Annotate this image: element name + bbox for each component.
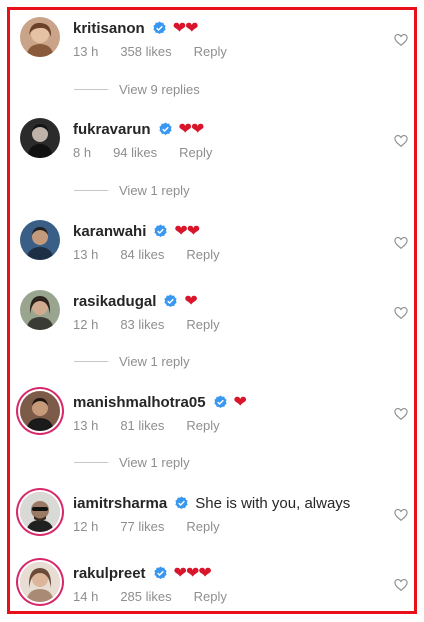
username[interactable]: fukravarun: [73, 121, 151, 138]
username[interactable]: rakulpreet: [73, 565, 146, 582]
username[interactable]: kritisanon: [73, 20, 145, 37]
view-replies-label: View 1 reply: [119, 354, 190, 369]
heart-outline-icon[interactable]: [394, 407, 408, 421]
comment-item: rasikadugal ❤ 12 h 83 likes Reply: [14, 290, 410, 350]
heart-outline-icon[interactable]: [394, 578, 408, 592]
username[interactable]: manishmalhotra05: [73, 394, 206, 411]
reply-divider: [74, 89, 108, 90]
avatar-photo: [20, 17, 60, 57]
verified-badge-icon: [213, 394, 228, 410]
username[interactable]: rasikadugal: [73, 293, 156, 310]
avatar[interactable]: [20, 391, 60, 431]
verified-badge-icon: [153, 223, 168, 239]
heart-emoji: ❤❤: [178, 121, 205, 138]
avatar[interactable]: [20, 17, 60, 57]
like-count[interactable]: 285 likes: [120, 589, 171, 604]
username[interactable]: iamitrsharma: [73, 495, 167, 512]
view-replies-button[interactable]: View 9 replies: [74, 82, 200, 97]
username[interactable]: karanwahi: [73, 223, 146, 240]
verified-badge-icon: [152, 20, 167, 36]
heart-emoji: ❤: [233, 394, 247, 411]
verified-badge-icon: [153, 565, 168, 581]
like-count[interactable]: 84 likes: [120, 247, 164, 262]
heart-emoji: ❤❤: [172, 20, 199, 37]
avatar-photo: [20, 118, 60, 158]
view-replies-button[interactable]: View 1 reply: [74, 455, 190, 470]
reply-button[interactable]: Reply: [186, 317, 219, 332]
reply-divider: [74, 361, 108, 362]
heart-outline-icon[interactable]: [394, 306, 408, 320]
comment-time: 13 h: [73, 44, 99, 59]
heart-emoji: ❤❤❤: [173, 565, 212, 582]
reply-button[interactable]: Reply: [179, 145, 212, 160]
like-count[interactable]: 358 likes: [120, 44, 171, 59]
verified-badge-icon: [174, 495, 189, 511]
comment-item: manishmalhotra05 ❤ 13 h 81 likes Reply: [14, 391, 410, 451]
comment-item: kritisanon ❤❤ 13 h 358 likes Reply: [14, 17, 410, 77]
avatar-photo: [20, 492, 60, 532]
avatar-photo: [20, 391, 60, 431]
reply-button[interactable]: Reply: [186, 519, 219, 534]
comment-item: karanwahi ❤❤ 13 h 84 likes Reply: [14, 220, 410, 280]
comment-time: 12 h: [73, 519, 99, 534]
view-replies-button[interactable]: View 1 reply: [74, 183, 190, 198]
like-count[interactable]: 81 likes: [120, 418, 164, 433]
heart-outline-icon[interactable]: [394, 236, 408, 250]
view-replies-label: View 9 replies: [119, 82, 200, 97]
avatar-photo: [20, 290, 60, 330]
heart-outline-icon[interactable]: [394, 508, 408, 522]
reply-button[interactable]: Reply: [186, 418, 219, 433]
verified-badge-icon: [163, 293, 178, 309]
heart-outline-icon[interactable]: [394, 33, 408, 47]
avatar[interactable]: [20, 492, 60, 532]
comment-time: 13 h: [73, 247, 99, 262]
view-replies-label: View 1 reply: [119, 455, 190, 470]
avatar[interactable]: [20, 290, 60, 330]
comment-time: 8 h: [73, 145, 92, 160]
heart-outline-icon[interactable]: [394, 134, 408, 148]
avatar[interactable]: [20, 118, 60, 158]
like-count[interactable]: 94 likes: [113, 145, 157, 160]
verified-badge-icon: [158, 121, 173, 137]
comment-item: rakulpreet ❤❤❤ 14 h 285 likes Reply: [14, 562, 410, 622]
reply-button[interactable]: Reply: [186, 247, 219, 262]
avatar-photo: [20, 562, 60, 602]
comment-time: 13 h: [73, 418, 99, 433]
comment-item: fukravarun ❤❤ 8 h 94 likes Reply: [14, 118, 410, 178]
like-count[interactable]: 77 likes: [120, 519, 164, 534]
view-replies-label: View 1 reply: [119, 183, 190, 198]
comment-item: iamitrsharma She is with you, always 12 …: [14, 492, 410, 552]
heart-emoji: ❤: [184, 293, 197, 310]
reply-button[interactable]: Reply: [194, 589, 227, 604]
view-replies-button[interactable]: View 1 reply: [74, 354, 190, 369]
heart-emoji: ❤❤: [174, 223, 200, 240]
avatar[interactable]: [20, 562, 60, 602]
reply-divider: [74, 462, 108, 463]
comment-time: 14 h: [73, 589, 99, 604]
reply-divider: [74, 190, 108, 191]
comment-time: 12 h: [73, 317, 99, 332]
reply-button[interactable]: Reply: [194, 44, 227, 59]
comment-text: She is with you, always: [195, 494, 351, 512]
like-count[interactable]: 83 likes: [120, 317, 164, 332]
avatar-photo: [20, 220, 60, 260]
avatar[interactable]: [20, 220, 60, 260]
